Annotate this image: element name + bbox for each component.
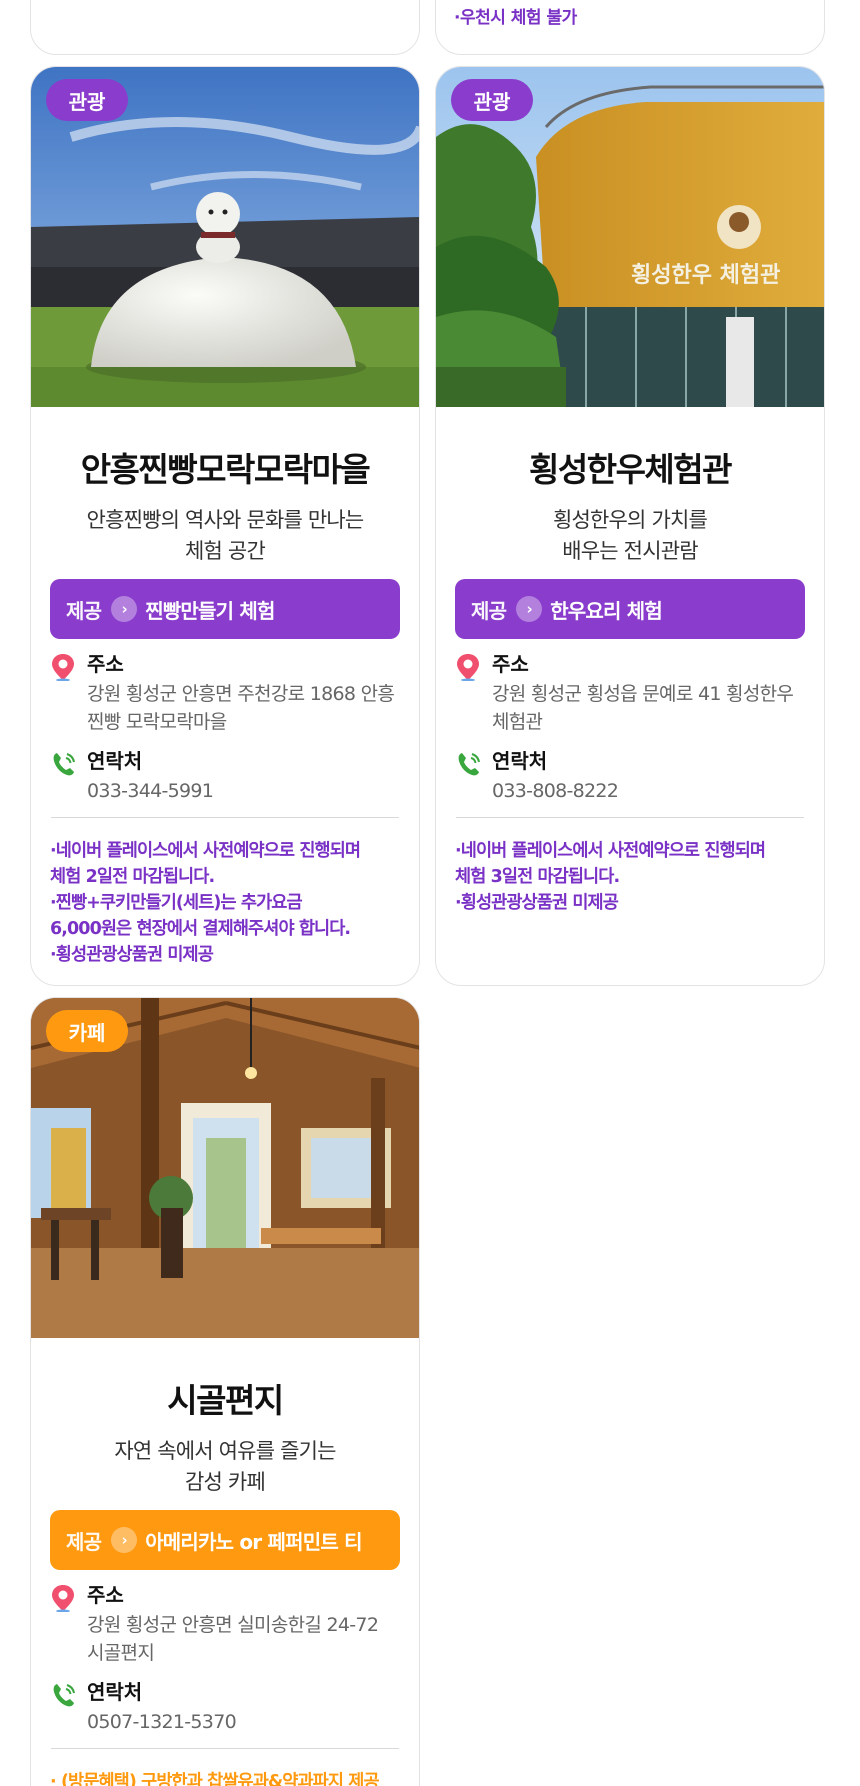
phone-number[interactable]: 033-808-8222: [492, 777, 804, 805]
address-line: 강원 횡성군 안흥면 실미송한길 24-72: [87, 1614, 379, 1636]
offer-label: 제공: [66, 598, 102, 623]
address-label: 주소: [87, 1583, 124, 1607]
place-title: 안흥찐빵모락모락마을: [80, 450, 371, 489]
address-value: 강원 횡성군 안흥면 실미송한길 24-72 시골편지: [87, 1611, 399, 1667]
offer-label: 제공: [66, 1529, 102, 1554]
building-sign: 횡성한우 체험관: [631, 262, 780, 288]
chevron-right-icon: ›: [516, 596, 543, 622]
address-line: 강원 횡성군 횡성읍 문예로 41 횡성한우: [492, 683, 794, 705]
offer-button[interactable]: 제공 › 한우요리 체험: [455, 579, 805, 639]
previous-card-right: ·우천시 체험 불가: [435, 0, 825, 55]
offer-value: 아메리카노 or 페퍼민트 티: [145, 1529, 362, 1554]
divider: [51, 817, 399, 818]
note-line: ·네이버 플레이스에서 사전예약으로 진행되며: [455, 841, 766, 861]
note-line: ·네이버 플레이스에서 사전예약으로 진행되며: [50, 841, 361, 861]
contact-row[interactable]: 연락처 033-808-8222: [436, 748, 824, 805]
offer-button[interactable]: 제공 › 아메리카노 or 페퍼민트 티: [50, 1510, 400, 1570]
address-line: 체험관: [492, 711, 543, 733]
contact-row[interactable]: 연락처 0507-1321-5370: [31, 1679, 419, 1736]
address-row: 주소 강원 횡성군 안흥면 실미송한길 24-72 시골편지: [31, 1582, 419, 1667]
notes: ·네이버 플레이스에서 사전예약으로 진행되며 체험 3일전 마감됩니다. ·횡…: [436, 838, 824, 916]
description-line: 감성 카페: [185, 1470, 266, 1494]
note-line: 체험 2일전 마감됩니다.: [50, 867, 215, 887]
offer-label: 제공: [471, 598, 507, 623]
place-description: 횡성한우의 가치를 배우는 전시관람: [436, 505, 824, 567]
note-line: ·찐빵+쿠키만들기(세트)는 추가요금: [50, 893, 303, 913]
category-badge: 관광: [46, 79, 128, 121]
note-line: · (방문혜택) 구방한과 찹쌀유과&약과파지 제공: [50, 1772, 380, 1786]
note-line: 체험 3일전 마감됩니다.: [455, 867, 620, 887]
contact-label: 연락처: [492, 749, 548, 773]
category-badge: 카페: [46, 1010, 128, 1052]
place-title: 시골편지: [167, 1381, 284, 1420]
description-line: 체험 공간: [185, 539, 266, 563]
divider: [51, 1748, 399, 1749]
notes: · (방문혜택) 구방한과 찹쌀유과&약과파지 제공: [31, 1769, 419, 1786]
place-photo: 관광: [31, 67, 419, 407]
note-line: ·횡성관광상품권 미제공: [455, 893, 619, 913]
description-line: 안흥찐빵의 역사와 문화를 만나는: [86, 508, 365, 532]
address-line: 강원 횡성군 안흥면 주천강로 1868 안흥: [87, 683, 395, 705]
address-value: 강원 횡성군 안흥면 주천강로 1868 안흥 찐빵 모락모락마을: [87, 680, 399, 736]
contact-label: 연락처: [87, 1680, 143, 1704]
address-row: 주소 강원 횡성군 횡성읍 문예로 41 횡성한우 체험관: [436, 651, 824, 736]
map-pin-icon: [51, 651, 87, 736]
place-card-sigol-pyeonji[interactable]: 카페 시골편지 자연 속에서 여유를 즐기는 감성 카페 제공 › 아메리카노 …: [30, 997, 420, 1786]
address-row: 주소 강원 횡성군 안흥면 주천강로 1868 안흥 찐빵 모락모락마을: [31, 651, 419, 736]
category-badge: 관광: [451, 79, 533, 121]
contact-label: 연락처: [87, 749, 143, 773]
phone-icon: [456, 748, 492, 805]
map-pin-icon: [456, 651, 492, 736]
place-description: 자연 속에서 여유를 즐기는 감성 카페: [31, 1436, 419, 1498]
notes: ·네이버 플레이스에서 사전예약으로 진행되며 체험 2일전 마감됩니다. ·찐…: [31, 838, 419, 968]
phone-number[interactable]: 0507-1321-5370: [87, 1708, 399, 1736]
description-line: 배우는 전시관람: [562, 539, 698, 563]
place-card-anheung-jjinppang[interactable]: 관광 안흥찐빵모락모락마을 안흥찐빵의 역사와 문화를 만나는 체험 공간 제공…: [30, 66, 420, 986]
previous-card-note: ·우천시 체험 불가: [454, 8, 577, 28]
address-value: 강원 횡성군 횡성읍 문예로 41 횡성한우 체험관: [492, 680, 804, 736]
place-photo: 횡성한우 체험관 관광: [436, 67, 824, 407]
place-card-hoengseong-hanwoo[interactable]: 횡성한우 체험관 관광 횡성한우체험관 횡성한우의 가치를 배우는 전시관람 제…: [435, 66, 825, 986]
note-line: 6,000원은 현장에서 결제해주셔야 합니다.: [50, 919, 351, 939]
divider: [456, 817, 804, 818]
offer-value: 찐빵만들기 체험: [145, 598, 275, 623]
offer-value: 한우요리 체험: [550, 598, 663, 623]
address-label: 주소: [492, 652, 529, 676]
map-pin-icon: [51, 1582, 87, 1667]
phone-icon: [51, 1679, 87, 1736]
place-photo: 카페: [31, 998, 419, 1338]
chevron-right-icon: ›: [111, 1527, 138, 1553]
place-title: 횡성한우체험관: [528, 450, 733, 489]
offer-button[interactable]: 제공 › 찐빵만들기 체험: [50, 579, 400, 639]
previous-card-left: [30, 0, 420, 55]
description-line: 자연 속에서 여유를 즐기는: [114, 1439, 336, 1463]
contact-row[interactable]: 연락처 033-344-5991: [31, 748, 419, 805]
address-line: 찐빵 모락모락마을: [87, 711, 227, 733]
note-line: ·횡성관광상품권 미제공: [50, 945, 214, 965]
address-label: 주소: [87, 652, 124, 676]
chevron-right-icon: ›: [111, 596, 138, 622]
address-line: 시골편지: [87, 1642, 155, 1664]
place-description: 안흥찐빵의 역사와 문화를 만나는 체험 공간: [31, 505, 419, 567]
description-line: 횡성한우의 가치를: [552, 508, 708, 532]
phone-number[interactable]: 033-344-5991: [87, 777, 399, 805]
phone-icon: [51, 748, 87, 805]
